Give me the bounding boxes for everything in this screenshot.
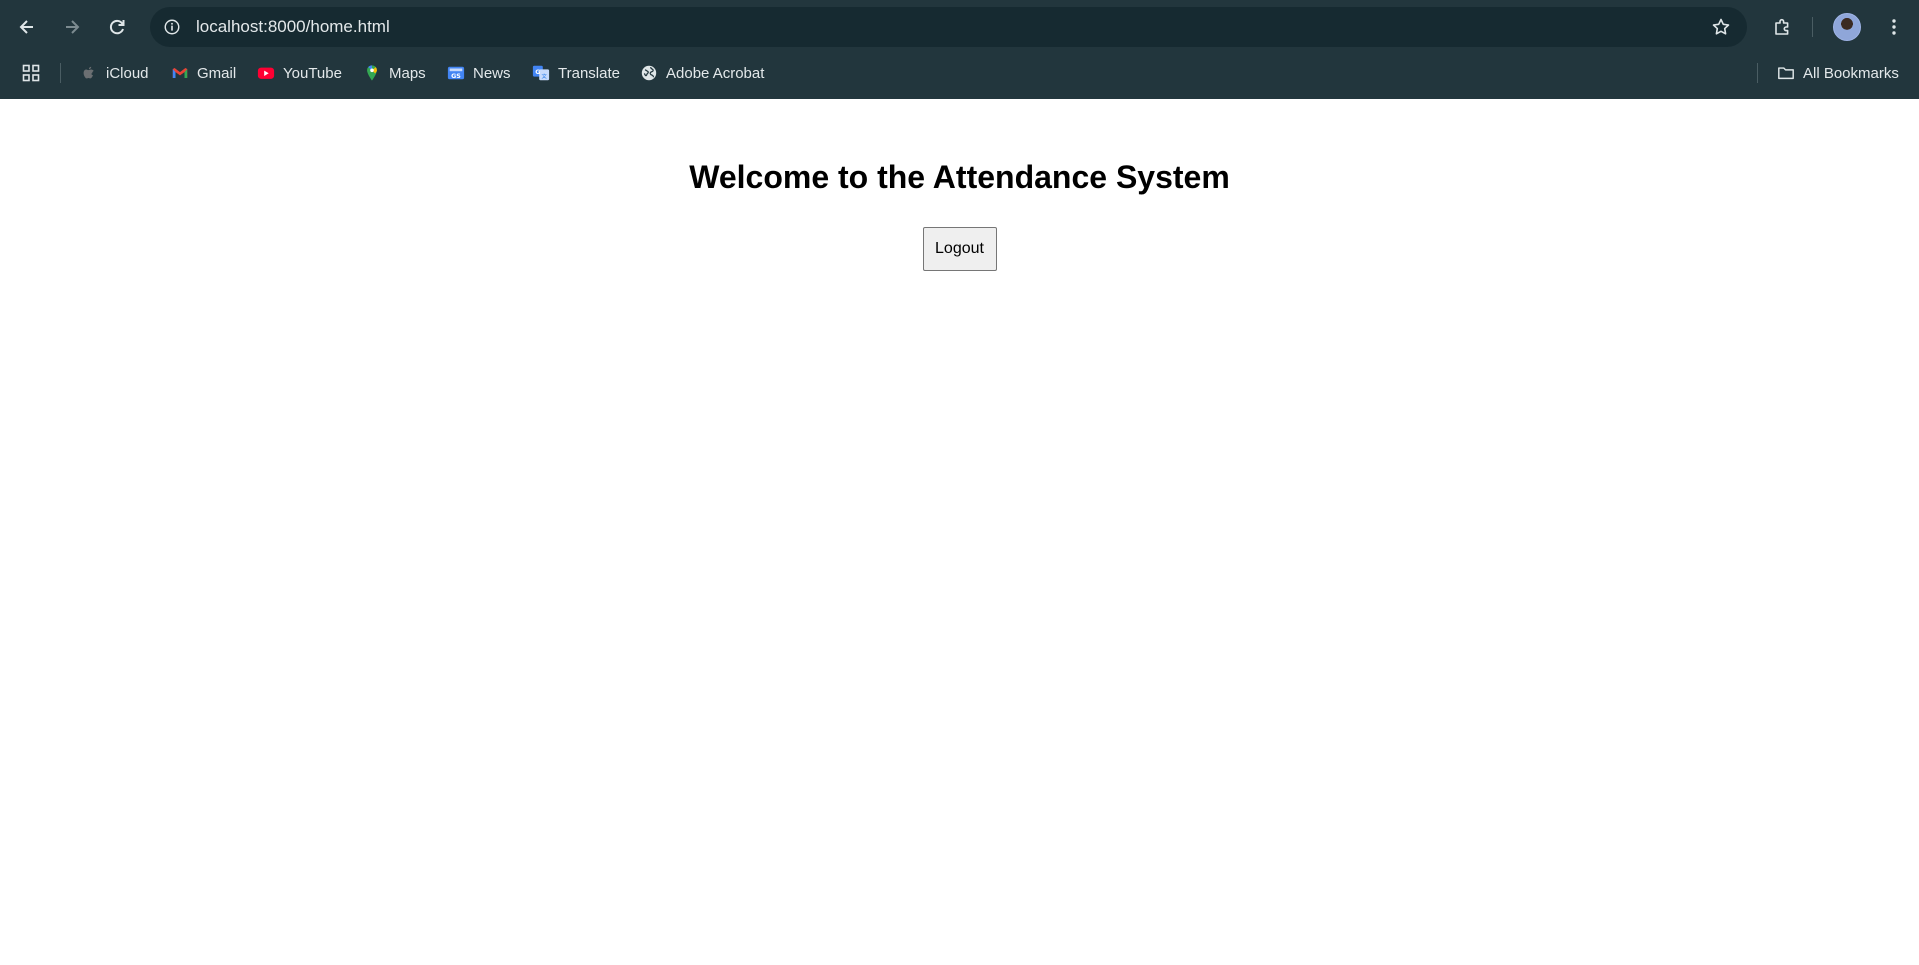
reload-icon — [109, 19, 125, 35]
back-button[interactable] — [11, 11, 43, 43]
bookmark-translate[interactable]: G文 Translate — [532, 60, 620, 86]
bookmark-label: Maps — [389, 64, 426, 82]
bookmark-news[interactable]: GS News — [447, 60, 511, 86]
menu-kebab-icon[interactable] — [1878, 11, 1910, 43]
bookmark-label: Translate — [558, 64, 620, 82]
bookmark-label: YouTube — [283, 64, 342, 82]
svg-text:G: G — [535, 69, 540, 76]
page-title: Welcome to the Attendance System — [689, 159, 1230, 195]
gmail-icon — [171, 64, 189, 82]
apple-icon — [80, 64, 98, 82]
forward-button[interactable] — [56, 11, 88, 43]
url-text: localhost:8000/home.html — [196, 17, 390, 36]
svg-text:文: 文 — [541, 72, 547, 80]
svg-text:GS: GS — [451, 73, 461, 80]
site-info-icon[interactable] — [158, 13, 186, 41]
bookmark-maps[interactable]: Maps — [363, 60, 426, 86]
logout-button[interactable]: Logout — [922, 227, 997, 271]
news-icon: GS — [447, 64, 465, 82]
bookmarks-divider — [60, 63, 61, 83]
all-bookmarks-button[interactable]: All Bookmarks — [1777, 60, 1899, 86]
address-bar[interactable]: localhost:8000/home.html — [150, 7, 1747, 47]
reload-button[interactable] — [101, 11, 133, 43]
maps-icon — [363, 64, 381, 82]
apps-grid-icon[interactable] — [21, 60, 41, 86]
bookmark-icloud[interactable]: iCloud — [80, 60, 149, 86]
bookmarks-bar: iCloud Gmail YouTube Maps GS News G 文 Tr… — [0, 52, 1919, 94]
page-content: Welcome to the Attendance System Logout — [0, 159, 1919, 271]
profile-avatar[interactable] — [1831, 11, 1863, 43]
bookmark-gmail[interactable]: Gmail — [171, 60, 236, 86]
globe-icon — [640, 64, 658, 82]
bookmark-adobe-acrobat[interactable]: Adobe Acrobat — [640, 60, 764, 86]
bookmark-label: Gmail — [197, 64, 237, 82]
bookmarks-divider — [1757, 63, 1758, 83]
navigation-bar: localhost:8000/home.html — [0, 0, 1919, 52]
arrow-right-icon — [66, 20, 80, 34]
translate-icon: G文 — [532, 64, 550, 82]
youtube-icon — [257, 64, 275, 82]
avatar — [1833, 13, 1861, 41]
bookmark-label: iCloud — [106, 64, 149, 82]
arrow-left-icon — [19, 20, 33, 34]
bookmark-star-icon[interactable] — [1707, 13, 1735, 41]
folder-icon — [1777, 64, 1795, 82]
extensions-icon[interactable] — [1766, 11, 1798, 43]
browser-chrome: localhost:8000/home.html iCloud Gmail Yo… — [0, 0, 1919, 99]
bookmark-youtube[interactable]: YouTube — [257, 60, 342, 86]
bookmark-label: News — [473, 64, 511, 82]
bookmark-label: Adobe Acrobat — [666, 64, 765, 82]
all-bookmarks-label: All Bookmarks — [1803, 64, 1899, 82]
toolbar-divider — [1812, 17, 1813, 37]
